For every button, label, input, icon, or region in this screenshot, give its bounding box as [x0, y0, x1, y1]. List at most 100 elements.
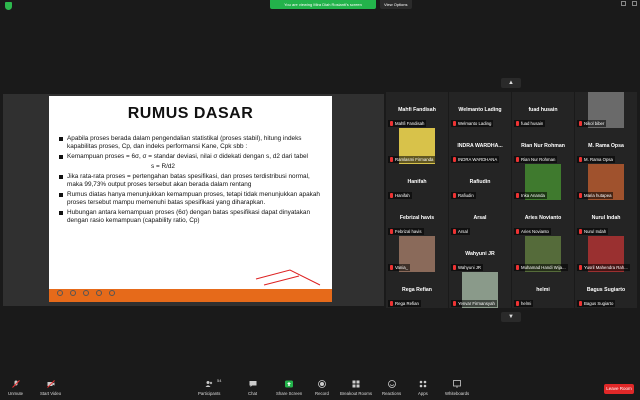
gallery-prev-button[interactable]: ▲	[501, 78, 521, 88]
apps-button[interactable]: Apps	[418, 380, 428, 396]
participant-name: Arsal	[458, 229, 468, 234]
participant-tile[interactable]: Bagus Sugiarto Bagus Sugiarto	[575, 272, 637, 308]
participant-label: Muhamad Handi Wija...	[514, 264, 568, 271]
participant-tile[interactable]: Hanifah Hanifah	[386, 164, 448, 200]
participant-name: Maria hutapea	[584, 193, 612, 198]
maximize-icon[interactable]	[632, 1, 637, 6]
participant-tile[interactable]: Welmanto Lading Welmanto Lading	[449, 92, 511, 128]
mic-muted-icon	[579, 265, 582, 270]
participant-name: Rafiudin	[458, 193, 474, 198]
participant-name: Rian Nur Rohman	[521, 157, 556, 162]
minimize-icon[interactable]	[621, 1, 626, 6]
reactions-button[interactable]: Reactions	[382, 380, 401, 396]
smiley-icon	[387, 380, 396, 388]
participant-label: Aries Novianto	[514, 228, 551, 235]
mic-muted-icon	[579, 121, 582, 126]
participant-tile[interactable]: Yenvar Firmansyah	[449, 272, 511, 308]
zoom-window: You are viewing Mira Diah Rosianti's scr…	[0, 0, 640, 400]
gallery-next-button[interactable]: ▼	[501, 312, 521, 322]
slide-bullet: Kemampuan proses = 6σ, σ = standar devia…	[59, 153, 324, 161]
mic-muted-icon	[579, 229, 582, 234]
participant-name: Yenvar Firmansyah	[458, 301, 495, 306]
participant-tile[interactable]: Rian Nur Rohman Rian Nur Rohman	[512, 128, 574, 164]
participant-label: Maria hutapea	[577, 192, 614, 199]
participant-name: Febrizal havis	[395, 229, 422, 234]
mic-muted-icon	[453, 301, 456, 306]
apps-label: Apps	[418, 391, 428, 396]
participant-tile[interactable]: Maria hutapea	[575, 164, 637, 200]
top-bar: You are viewing Mira Diah Rosianti's scr…	[0, 0, 640, 10]
participant-label: Yusril Mahendra Rah...	[577, 264, 630, 271]
mic-muted-icon	[516, 157, 519, 162]
whiteboards-label: Whiteboards	[445, 391, 470, 396]
slide-bullet: Jika rata-rata proses = pertengahan bata…	[59, 173, 324, 189]
mic-muted-icon	[516, 265, 519, 270]
record-button[interactable]: Record	[315, 380, 329, 396]
participant-name: Welmanto Lading	[458, 121, 492, 126]
view-options-button[interactable]: View Options	[380, 0, 412, 9]
chat-icon	[249, 381, 257, 387]
participant-tile[interactable]: INDRA WARDHA... INDRA WARDHANA	[449, 128, 511, 164]
chat-button[interactable]: Chat	[248, 380, 257, 396]
participant-tile[interactable]: fuad husain fuad husain	[512, 92, 574, 128]
mic-muted-icon	[453, 193, 456, 198]
participant-tile[interactable]: Rega Refian Rega Refian	[386, 272, 448, 308]
participant-tile[interactable]: Nurul Indah Nurul Indah	[575, 200, 637, 236]
mic-muted-icon	[390, 157, 393, 162]
participant-tile[interactable]: Wahyuni JR Wahyuni JR	[449, 236, 511, 272]
whiteboard-icon	[453, 380, 461, 388]
slide-bullet: Apabila proses berada dalam pengendalian…	[59, 135, 324, 151]
leave-room-button[interactable]: Leave Room	[604, 384, 634, 394]
share-screen-button[interactable]: Share Screen	[276, 380, 302, 396]
slide-bullet: Hubungan antara kemampuan proses (6σ) de…	[59, 209, 324, 225]
security-shield-icon[interactable]	[5, 2, 12, 10]
mic-muted-icon	[390, 121, 393, 126]
unmute-button[interactable]: Unmute	[8, 380, 23, 396]
participant-name: Vania_	[395, 265, 409, 270]
slide-menu-icon[interactable]	[96, 290, 102, 296]
breakout-rooms-button[interactable]: Breakout Rooms	[340, 380, 372, 396]
participant-name: Hanifah	[395, 193, 410, 198]
participant-label: Rian Nur Rohman	[514, 156, 558, 163]
zoom-slide-icon[interactable]	[109, 290, 115, 296]
participant-tile[interactable]: M. Rama Opsa M. Rama Opsa	[575, 128, 637, 164]
participant-tile[interactable]: Vania_	[386, 236, 448, 272]
slide-formula: s = R/d2	[151, 163, 175, 170]
participant-tile[interactable]: Rafiudin Rafiudin	[449, 164, 511, 200]
participant-label: M. Rama Opsa	[577, 156, 615, 163]
participant-tile[interactable]: Mahfi Fandisah Mahfi Fandisah	[386, 92, 448, 128]
whiteboards-button[interactable]: Whiteboards	[445, 380, 469, 396]
mic-muted-icon	[516, 193, 519, 198]
mic-muted-icon	[390, 301, 393, 306]
mic-muted-icon	[579, 301, 582, 306]
participant-name: Wahyuni JR	[458, 265, 482, 270]
participant-tile[interactable]: Aries Novianto Aries Novianto	[512, 200, 574, 236]
participant-tile[interactable]: Muhamad Handi Wija...	[512, 236, 574, 272]
participant-label: Mahfi Fandisah	[388, 120, 427, 127]
mic-muted-icon	[11, 380, 20, 388]
participant-label: Arsal	[451, 228, 470, 235]
mic-muted-icon	[453, 265, 456, 270]
participant-tile[interactable]: Inka Ananda	[512, 164, 574, 200]
mic-muted-icon	[453, 157, 456, 162]
breakout-rooms-label: Breakout Rooms	[340, 391, 373, 396]
participant-label: Bagus Sugiarto	[577, 300, 616, 307]
participant-tile[interactable]: Arsal Arsal	[449, 200, 511, 236]
participant-tile[interactable]: Nikol biber	[575, 92, 637, 128]
participant-name: Muhamad Handi Wija...	[521, 265, 566, 270]
mic-muted-icon	[390, 265, 393, 270]
meeting-toolbar: Unmute Start Video Participants 54 Chat …	[0, 378, 640, 400]
participant-tile[interactable]: Yusril Mahendra Rah...	[575, 236, 637, 272]
unmute-label: Unmute	[8, 391, 24, 396]
next-slide-icon[interactable]	[70, 290, 76, 296]
participant-tile[interactable]: Febrizal havis Febrizal havis	[386, 200, 448, 236]
mic-muted-icon	[390, 229, 393, 234]
participant-tile[interactable]: Ramlasmi Firmanda	[386, 128, 448, 164]
participant-tile[interactable]: helmi helmi	[512, 272, 574, 308]
record-label: Record	[315, 391, 329, 396]
pen-tool-icon[interactable]	[83, 290, 89, 296]
start-video-button[interactable]: Start Video	[40, 380, 61, 396]
slide-bullet: Rumus diatas hanya menunjukkan kemampuan…	[59, 191, 324, 207]
share-screen-label: Share Screen	[276, 391, 303, 396]
previous-slide-icon[interactable]	[57, 290, 63, 296]
